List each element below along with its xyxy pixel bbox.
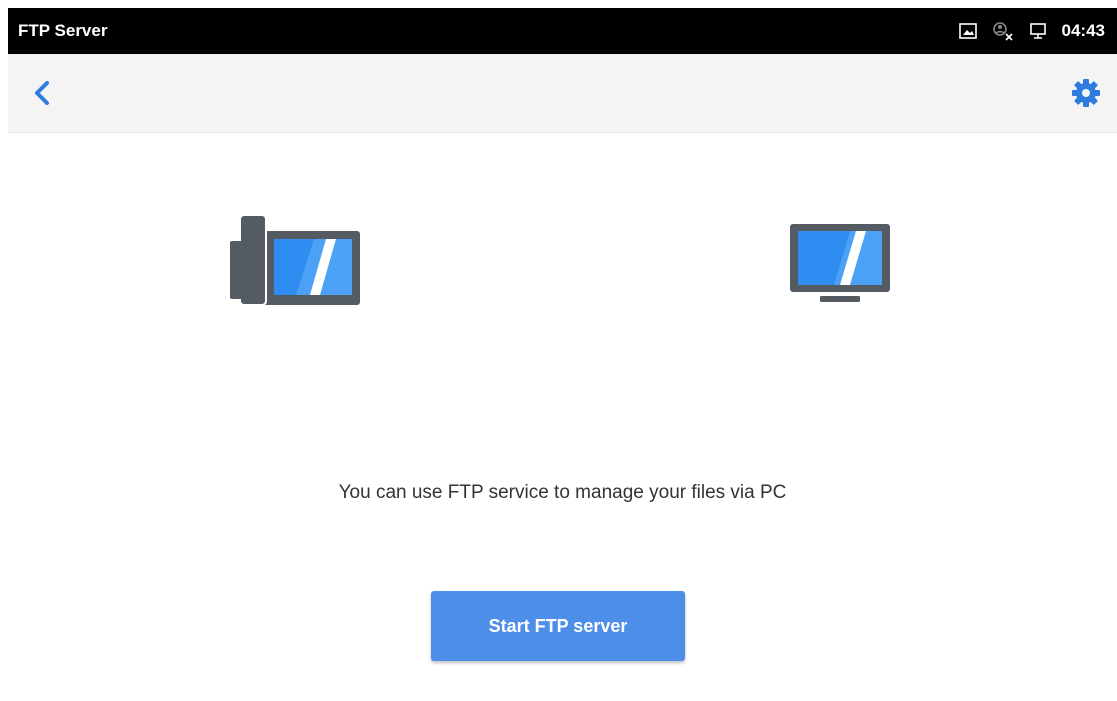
app-title: FTP Server (18, 21, 108, 40)
start-ftp-server-button[interactable]: Start FTP server (431, 591, 685, 661)
chevron-left-icon (35, 81, 49, 105)
clock: 04:43 (1061, 21, 1105, 40)
network-icon (1028, 21, 1048, 41)
sim-missing-icon (992, 21, 1014, 41)
toolbar (8, 54, 1117, 133)
connection-illustration (8, 132, 1117, 352)
status-icons: 04:43 (958, 17, 1105, 45)
ftp-description: You can use FTP service to manage your f… (338, 482, 787, 503)
pc-monitor-icon (790, 224, 890, 302)
dashed-connection-line (444, 258, 704, 262)
screenshot-icon (958, 21, 978, 41)
desk-phone-icon (230, 215, 360, 306)
ftp-server-screen: FTP Server 04:43 You can use FTP service… (8, 8, 1117, 701)
settings-button[interactable] (1069, 76, 1103, 110)
gear-icon (1072, 79, 1100, 107)
status-bar: FTP Server 04:43 (8, 8, 1117, 54)
back-button[interactable] (26, 76, 60, 110)
